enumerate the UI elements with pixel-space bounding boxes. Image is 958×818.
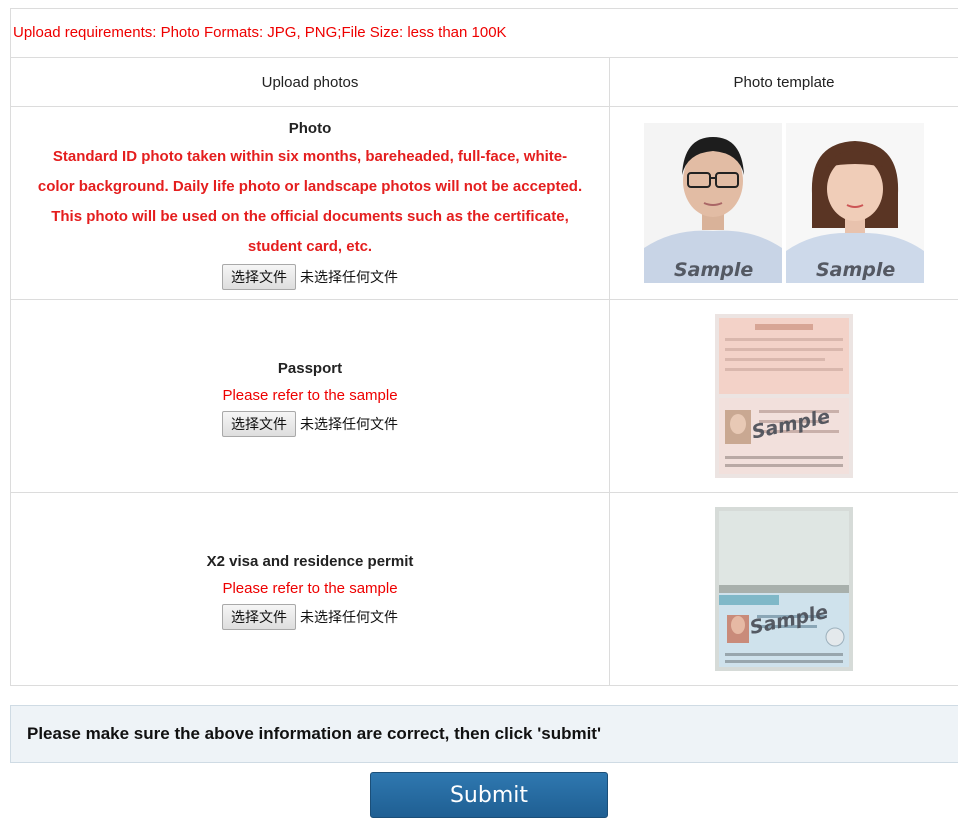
template-cell-visa: Sample xyxy=(609,492,958,686)
upload-row-passport: Passport Please refer to the sample 选择文件… xyxy=(10,299,958,493)
sample-label-female: Sample xyxy=(816,259,895,281)
passport-title: Passport xyxy=(277,360,343,377)
template-cell-passport: Sample xyxy=(609,299,958,493)
upload-cell-photo: Photo Standard ID photo taken within six… xyxy=(10,106,610,300)
file-status-visa: 未选择任何文件 xyxy=(300,610,398,626)
column-header-template: Photo template xyxy=(609,57,958,107)
upload-row-photo: Photo Standard ID photo taken within six… xyxy=(10,106,958,300)
confirm-notice: Please make sure the above information a… xyxy=(10,705,958,763)
column-header-upload: Upload photos xyxy=(10,57,610,107)
template-cell-photo: Sample Sample xyxy=(609,106,958,300)
choose-file-button-visa[interactable]: 选择文件 xyxy=(222,604,296,630)
visa-title: X2 visa and residence permit xyxy=(206,553,414,570)
upload-cell-passport: Passport Please refer to the sample 选择文件… xyxy=(10,299,610,493)
visa-sample-image: Sample xyxy=(715,507,853,671)
passport-note: Please refer to the sample xyxy=(222,387,398,404)
upload-table: Upload photos Photo template Photo Stand… xyxy=(10,57,958,686)
photo-desc-line-2: color background. Daily life photo or la… xyxy=(37,178,583,195)
upload-cell-visa: X2 visa and residence permit Please refe… xyxy=(10,492,610,686)
visa-note: Please refer to the sample xyxy=(222,580,398,597)
choose-file-button-passport[interactable]: 选择文件 xyxy=(222,411,296,437)
photo-sample-image: Sample Sample xyxy=(644,123,924,283)
photo-desc-line-3: This photo will be used on the official … xyxy=(51,208,569,225)
photo-desc-line-1: Standard ID photo taken within six month… xyxy=(52,148,568,165)
upload-row-visa: X2 visa and residence permit Please refe… xyxy=(10,492,958,686)
photo-title: Photo xyxy=(288,120,332,137)
passport-sample-image: Sample xyxy=(715,314,853,478)
photo-file-input: 选择文件 未选择任何文件 xyxy=(11,264,609,290)
file-status-passport: 未选择任何文件 xyxy=(300,417,398,433)
visa-file-input: 选择文件 未选择任何文件 xyxy=(11,604,609,630)
photo-desc-line-4: student card, etc. xyxy=(247,238,373,255)
file-status-photo: 未选择任何文件 xyxy=(300,270,398,286)
passport-file-input: 选择文件 未选择任何文件 xyxy=(11,411,609,437)
upload-requirements: Upload requirements: Photo Formats: JPG,… xyxy=(10,8,958,58)
choose-file-button-photo[interactable]: 选择文件 xyxy=(222,264,296,290)
sample-label-male: Sample xyxy=(674,259,753,281)
submit-button[interactable]: Submit xyxy=(370,772,608,818)
